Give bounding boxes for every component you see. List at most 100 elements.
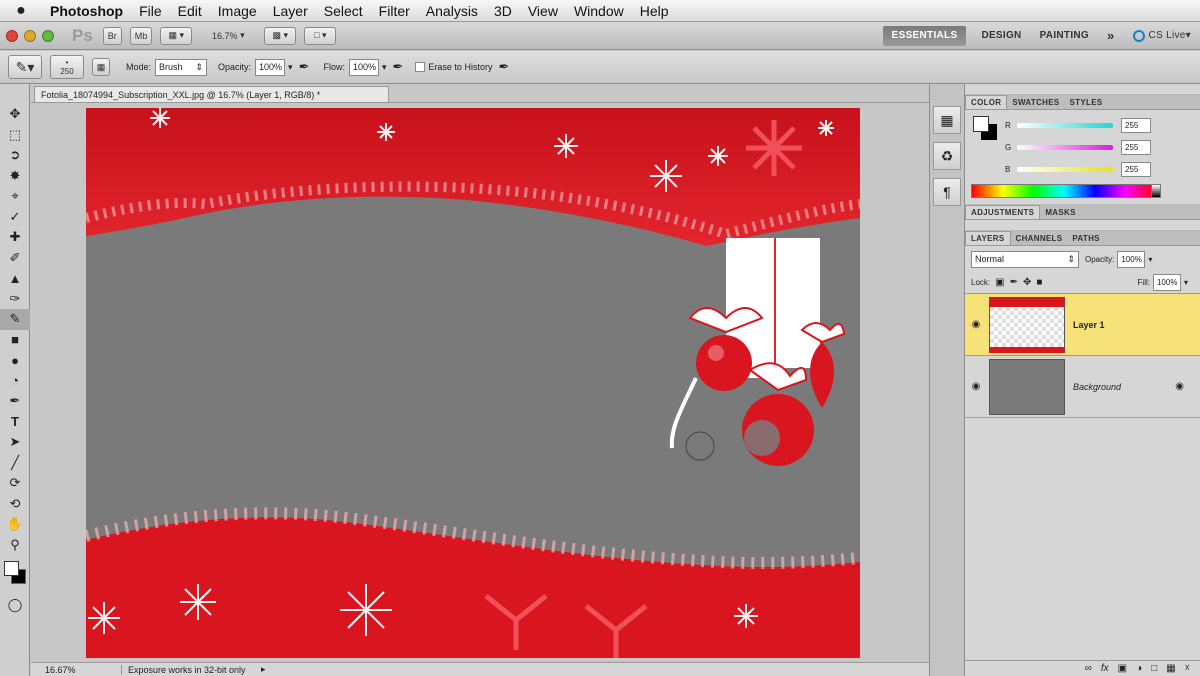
close-window-icon[interactable] [6,29,18,42]
move-tool-icon[interactable]: ✥ [0,104,30,125]
type-tool-icon[interactable]: T [0,412,30,433]
menu-window[interactable]: Window [566,3,632,19]
lasso-tool-icon[interactable]: ➲ [0,145,30,166]
lock-transparent-icon[interactable]: ▣ [995,277,1004,288]
tab-layers[interactable]: LAYERS [965,231,1011,245]
lock-image-icon[interactable]: ✒ [1010,277,1018,288]
more-workspaces-button[interactable]: » [1098,28,1124,43]
eraser-tool-icon[interactable]: ✎ [0,309,30,330]
screen-mode-button[interactable]: □ ▾ [304,26,337,45]
marquee-tool-icon[interactable]: ⬚ [0,125,30,146]
3d-rotate-tool-icon[interactable]: ⟳ [0,473,30,494]
add-mask-icon[interactable]: ▣ [1118,663,1127,674]
healing-brush-tool-icon[interactable]: ✚ [0,227,30,248]
new-layer-icon[interactable]: ▦ [1166,663,1175,674]
tab-color[interactable]: COLOR [965,95,1008,109]
flow-arrow-icon[interactable]: ▾ [382,62,387,73]
tab-masks[interactable]: MASKS [1040,206,1080,219]
airbrush-icon[interactable]: ✒ [393,59,404,75]
view-extras-button[interactable]: ▦ ▾ [160,26,193,45]
channel-slider[interactable] [1017,166,1113,172]
opacity-field[interactable]: 100% [255,58,286,76]
menu-view[interactable]: View [520,3,566,19]
quick-mask-icon[interactable]: ◯ [0,595,30,616]
menu-analysis[interactable]: Analysis [418,3,486,19]
path-selection-tool-icon[interactable]: ➤ [0,432,30,453]
menu-layer[interactable]: Layer [265,3,316,19]
tablet-size-icon[interactable]: ✒ [498,59,509,75]
cs-live-button[interactable]: CS Live ▾ [1124,29,1200,42]
launch-minibridge-button[interactable]: Mb [129,26,153,45]
layer-visibility-eye-icon[interactable]: ◉ [965,319,987,330]
gradient-tool-icon[interactable]: ■ [0,330,30,351]
brush-panel-toggle[interactable]: ▦ [92,58,110,76]
launch-bridge-button[interactable]: Br [102,26,122,45]
layer-opacity-arrow-icon[interactable]: ▾ [1148,255,1152,264]
document-tab[interactable]: Fotolia_18074994_Subscription_XXL.jpg @ … [34,86,389,102]
channel-slider[interactable] [1017,122,1113,128]
apple-icon[interactable]: ● [0,2,42,20]
menu-photoshop[interactable]: Photoshop [42,3,131,19]
eyedropper-tool-icon[interactable]: ✓ [0,207,30,228]
zoom-tool-icon[interactable]: ⚲ [0,535,30,556]
arrange-documents-button[interactable]: ▩ ▾ [264,26,297,45]
menu-3d[interactable]: 3D [486,3,520,19]
layer-row-background[interactable]: ◉ Background ◉ [965,356,1200,418]
menu-help[interactable]: Help [632,3,677,19]
menu-file[interactable]: File [131,3,170,19]
hand-tool-icon[interactable]: ✋ [0,514,30,535]
brush-presets-panel-icon[interactable]: ▦ [933,106,961,134]
adjustment-layer-icon[interactable]: ◑ [1136,663,1142,674]
character-panel-icon[interactable]: ¶ [933,178,961,206]
fill-arrow-icon[interactable]: ▾ [1184,278,1188,287]
shape-tool-icon[interactable]: ╱ [0,453,30,474]
clone-source-panel-icon[interactable]: ♻ [933,142,961,170]
zoom-level-dropdown[interactable]: 16.7% ▾ [200,27,256,45]
layer-style-icon[interactable]: fx [1101,663,1109,674]
tool-preset-picker[interactable]: ✎▾ [8,55,42,79]
workspace-painting[interactable]: PAINTING [1031,30,1098,41]
channel-value[interactable]: 255 [1121,139,1151,155]
status-arrow-icon[interactable]: ▸ [261,664,266,675]
layer-opacity-field[interactable]: 100% [1117,250,1146,268]
brush-preset-picker[interactable]: • 250 [50,55,84,79]
menu-edit[interactable]: Edit [170,3,210,19]
pen-tool-icon[interactable]: ✒ [0,391,30,412]
delete-layer-icon[interactable]: ☓ [1185,663,1190,674]
history-brush-tool-icon[interactable]: ✑ [0,289,30,310]
tab-styles[interactable]: STYLES [1065,96,1108,109]
opacity-arrow-icon[interactable]: ▾ [288,62,293,73]
image-canvas[interactable] [86,108,860,658]
lock-position-icon[interactable]: ✥ [1023,277,1031,288]
lock-all-icon[interactable]: ■ [1036,277,1042,288]
fill-field[interactable]: 100% [1152,274,1181,291]
workspace-essentials[interactable]: ESSENTIALS [882,25,967,46]
spectrum-white[interactable] [1151,184,1161,198]
clone-stamp-tool-icon[interactable]: ▲ [0,268,30,289]
foreground-color-swatch[interactable] [4,561,19,576]
mode-select[interactable]: Brush ⇕ [155,58,208,76]
brush-tool-icon[interactable]: ✐ [0,248,30,269]
tab-channels[interactable]: CHANNELS [1011,232,1068,245]
status-zoom[interactable]: 16.67% [31,665,81,675]
channel-slider[interactable] [1017,144,1113,150]
zoom-window-icon[interactable] [42,29,54,42]
layer-row-layer-1[interactable]: ◉ Layer 1 [965,294,1200,356]
tab-swatches[interactable]: SWATCHES [1007,96,1064,109]
tab-paths[interactable]: PATHS [1067,232,1104,245]
blur-tool-icon[interactable]: ● [0,350,30,371]
dodge-tool-icon[interactable]: ◔ [0,371,30,392]
color-fg-swatch[interactable] [973,116,989,132]
channel-value[interactable]: 255 [1121,161,1151,177]
workspace-design[interactable]: DESIGN [972,30,1030,41]
blend-mode-select[interactable]: Normal ⇕ [971,250,1079,268]
crop-tool-icon[interactable]: ⌖ [0,186,30,207]
tablet-opacity-icon[interactable]: ✒ [299,59,310,75]
3d-orbit-tool-icon[interactable]: ⟲ [0,494,30,515]
flow-field[interactable]: 100% [348,58,379,76]
color-spectrum[interactable] [971,184,1157,198]
link-layers-icon[interactable]: ∞ [1085,663,1092,674]
layer-visibility-eye-icon[interactable]: ◉ [965,381,987,392]
menu-image[interactable]: Image [210,3,265,19]
tab-adjustments[interactable]: ADJUSTMENTS [965,205,1041,219]
